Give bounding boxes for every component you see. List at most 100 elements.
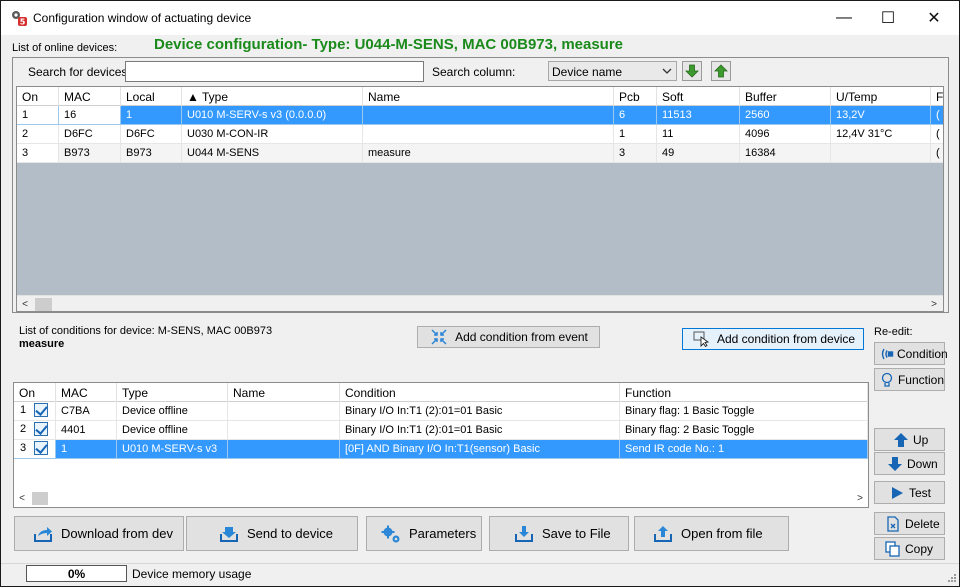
download-from-device-button[interactable]: Download from dev [14, 516, 184, 551]
open-from-file-button[interactable]: Open from file [634, 516, 789, 551]
search-previous-button[interactable] [711, 61, 731, 81]
cell-type: Device offline [117, 402, 228, 421]
cell-buffer: 16384 [740, 144, 831, 163]
move-up-button[interactable]: Up [874, 428, 945, 451]
cell-on[interactable]: 2 [14, 421, 56, 440]
cell-on[interactable]: 1 [14, 402, 56, 421]
column-header-type[interactable]: Type [117, 383, 228, 402]
maximize-button[interactable]: ☐ [865, 1, 911, 35]
table-row[interactable]: 2 D6FC D6FC U030 M-CON-IR 1 11 4096 12,4… [17, 125, 943, 144]
checkbox-checked-icon[interactable] [34, 403, 49, 417]
cell-pcb: 6 [614, 106, 657, 125]
edit-condition-button[interactable]: Condition [874, 342, 948, 365]
column-header-on[interactable]: On [17, 87, 59, 106]
horizontal-scrollbar[interactable]: < > [14, 490, 868, 507]
scroll-thumb[interactable] [32, 492, 48, 505]
open-tray-icon [653, 524, 673, 544]
download-from-device-label: Download from dev [61, 526, 173, 541]
column-header-local[interactable]: Local [121, 87, 182, 106]
cell-name [363, 125, 614, 144]
add-condition-from-device-button[interactable]: Add condition from device [682, 328, 864, 350]
conditions-grid-header: On MAC Type Name Condition Function [14, 383, 868, 402]
cell-pcb: 3 [614, 144, 657, 163]
column-header-condition[interactable]: Condition [340, 383, 620, 402]
memory-usage-progress: 0% [26, 565, 127, 582]
cell-name [228, 440, 340, 459]
column-header-function[interactable]: Function [620, 383, 868, 402]
table-row[interactable]: 3 B973 B973 U044 M-SENS measure 3 49 163… [17, 144, 943, 163]
cell-name [228, 421, 340, 440]
column-header-name[interactable]: Name [363, 87, 614, 106]
scroll-left-icon[interactable]: < [19, 298, 31, 310]
scroll-right-icon[interactable]: > [928, 298, 940, 310]
search-column-select[interactable]: Device name [548, 61, 677, 81]
cell-function: Binary flag: 2 Basic Toggle [620, 421, 868, 440]
scroll-right-icon[interactable]: > [854, 492, 866, 504]
list-item[interactable]: 2 4401 Device offline Binary I/O In:T1 (… [14, 421, 868, 440]
title-bar: 5 Configuration window of actuating devi… [1, 1, 959, 35]
search-next-button[interactable] [682, 61, 702, 81]
device-configuration-heading: Device configuration- Type: U044-M-SENS,… [154, 36, 624, 53]
cell-function: Binary flag: 1 Basic Toggle [620, 402, 868, 421]
save-to-file-button[interactable]: Save to File [489, 516, 629, 551]
cell-type: U010 M-SERV-s v3 [117, 440, 228, 459]
svg-text:5: 5 [20, 18, 26, 27]
column-header-on[interactable]: On [14, 383, 56, 402]
add-condition-from-device-label: Add condition from device [716, 332, 856, 346]
column-header-utemp[interactable]: U/Temp [831, 87, 931, 106]
add-condition-from-event-label: Add condition from event [455, 330, 588, 344]
save-tray-icon [514, 524, 534, 544]
list-item[interactable]: 3 1 U010 M-SERV-s v3 [0F] AND Binary I/O… [14, 440, 868, 459]
column-header-mac[interactable]: MAC [59, 87, 121, 106]
online-devices-label: List of online devices: [12, 42, 118, 54]
edit-function-label: Function [897, 372, 944, 387]
cell-on: 2 [17, 125, 59, 144]
cell-local: B973 [121, 144, 182, 163]
column-header-name[interactable]: Name [228, 383, 340, 402]
list-item[interactable]: 1 C7BA Device offline Binary I/O In:T1 (… [14, 402, 868, 421]
checkbox-checked-icon[interactable] [34, 441, 49, 455]
search-devices-input[interactable] [125, 61, 424, 82]
add-condition-from-event-button[interactable]: Add condition from event [417, 326, 600, 348]
column-header-mac[interactable]: MAC [56, 383, 117, 402]
grid-empty-area [17, 163, 943, 295]
online-devices-grid: On MAC Local ▲ Type Name Pcb Soft Buffer… [16, 86, 944, 312]
column-header-f[interactable]: F [931, 87, 943, 106]
search-devices-label: Search for devices: [28, 65, 131, 79]
scroll-left-icon[interactable]: < [16, 492, 28, 504]
column-header-buffer[interactable]: Buffer [740, 87, 831, 106]
column-header-soft[interactable]: Soft [657, 87, 740, 106]
column-header-type[interactable]: ▲ Type [182, 87, 363, 106]
minimize-button[interactable]: — [821, 1, 867, 35]
move-down-button[interactable]: Down [874, 452, 945, 475]
resize-grip-icon[interactable] [945, 573, 957, 585]
horizontal-scrollbar[interactable]: < > [17, 295, 943, 311]
parameters-button[interactable]: Parameters [366, 516, 482, 551]
parameters-label: Parameters [409, 526, 477, 541]
cell-mac: 16 [59, 106, 121, 125]
arrow-up-green-icon [714, 64, 728, 78]
copy-button[interactable]: Copy [874, 537, 945, 560]
cell-soft: 11513 [657, 106, 740, 125]
table-row[interactable]: 1 16 1 U010 M-SERV-s v3 (0.0.0.0) 6 1151… [17, 106, 943, 125]
conditions-grid: On MAC Type Name Condition Function 1 C7… [13, 382, 869, 508]
send-to-device-button[interactable]: Send to device [186, 516, 358, 551]
cell-on: 1 [17, 106, 59, 125]
column-header-pcb[interactable]: Pcb [614, 87, 657, 106]
test-button[interactable]: Test [874, 481, 945, 504]
search-column-label: Search column: [432, 65, 516, 79]
cell-soft: 49 [657, 144, 740, 163]
configuration-window: 5 Configuration window of actuating devi… [0, 0, 960, 587]
delete-button[interactable]: Delete [874, 512, 945, 535]
edit-function-button[interactable]: Function [874, 368, 945, 391]
cell-type: U030 M-CON-IR [182, 125, 363, 144]
cell-mac: C7BA [56, 402, 117, 421]
cell-utemp: 13,2V [831, 106, 931, 125]
arrow-down-green-icon [685, 64, 699, 78]
scroll-thumb[interactable] [35, 298, 52, 311]
cell-mac: 4401 [56, 421, 117, 440]
checkbox-checked-icon[interactable] [34, 422, 49, 436]
cell-on[interactable]: 3 [14, 440, 56, 459]
cell-on-number: 3 [20, 441, 27, 454]
close-button[interactable]: ✕ [911, 1, 957, 35]
